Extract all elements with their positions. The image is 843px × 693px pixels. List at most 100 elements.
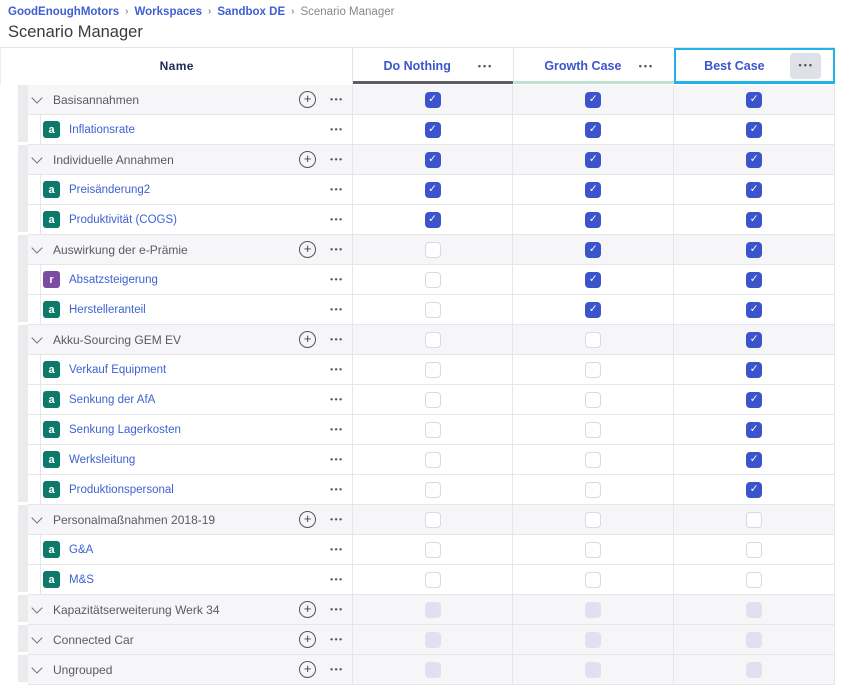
add-item-button[interactable]: +: [299, 331, 316, 348]
scenario-label-best-case[interactable]: Best Case: [704, 59, 764, 73]
add-item-button[interactable]: +: [299, 151, 316, 168]
checkbox-growth-case[interactable]: [585, 572, 601, 588]
checkbox-best-case[interactable]: [746, 572, 762, 588]
breadcrumb-link-sandbox[interactable]: Sandbox DE: [217, 5, 285, 19]
add-item-button[interactable]: +: [299, 241, 316, 258]
chevron-down-icon[interactable]: [31, 242, 42, 253]
checkbox-growth-case[interactable]: [585, 512, 601, 528]
checkbox-growth-case[interactable]: [585, 332, 601, 348]
checkbox-best-case[interactable]: [746, 242, 762, 258]
checkbox-do-nothing[interactable]: [425, 332, 441, 348]
checkbox-best-case[interactable]: [746, 122, 762, 138]
checkbox-best-case[interactable]: [746, 392, 762, 408]
checkbox-best-case[interactable]: [746, 542, 762, 558]
checkbox-growth-case[interactable]: [585, 542, 601, 558]
row-menu-button[interactable]: •••: [330, 425, 343, 434]
checkbox-best-case[interactable]: [746, 512, 762, 528]
checkbox-best-case[interactable]: [746, 302, 762, 318]
item-link[interactable]: Herstelleranteil: [69, 304, 146, 316]
add-item-button[interactable]: +: [299, 511, 316, 528]
chevron-down-icon[interactable]: [31, 332, 42, 343]
chevron-down-icon[interactable]: [31, 632, 42, 643]
item-link[interactable]: Verkauf Equipment: [69, 364, 166, 376]
checkbox-best-case[interactable]: [746, 152, 762, 168]
checkbox-do-nothing[interactable]: [425, 452, 441, 468]
name-column-header[interactable]: Name: [1, 48, 352, 84]
checkbox-do-nothing[interactable]: [425, 212, 441, 228]
row-menu-button[interactable]: •••: [330, 245, 343, 254]
row-menu-button[interactable]: •••: [330, 455, 343, 464]
checkbox-do-nothing[interactable]: [425, 302, 441, 318]
checkbox-growth-case[interactable]: [585, 272, 601, 288]
add-item-button[interactable]: +: [299, 601, 316, 618]
item-link[interactable]: Inflationsrate: [69, 124, 135, 136]
chevron-down-icon[interactable]: [31, 662, 42, 673]
checkbox-do-nothing[interactable]: [425, 122, 441, 138]
checkbox-do-nothing[interactable]: [425, 572, 441, 588]
checkbox-do-nothing[interactable]: [425, 542, 441, 558]
breadcrumb-link-workspaces[interactable]: Workspaces: [135, 5, 203, 19]
checkbox-do-nothing[interactable]: [425, 422, 441, 438]
item-link[interactable]: Preisänderung2: [69, 184, 150, 196]
item-link[interactable]: Produktivität (COGS): [69, 214, 177, 226]
checkbox-do-nothing[interactable]: [425, 182, 441, 198]
item-link[interactable]: Senkung Lagerkosten: [69, 424, 181, 436]
scenario-column-do-nothing[interactable]: Do Nothing •••: [352, 48, 513, 84]
checkbox-do-nothing[interactable]: [425, 482, 441, 498]
checkbox-best-case[interactable]: [746, 212, 762, 228]
row-menu-button[interactable]: •••: [330, 485, 343, 494]
checkbox-growth-case[interactable]: [585, 122, 601, 138]
checkbox-best-case[interactable]: [746, 362, 762, 378]
row-menu-button[interactable]: •••: [330, 95, 343, 104]
checkbox-do-nothing[interactable]: [425, 242, 441, 258]
row-menu-button[interactable]: •••: [330, 605, 343, 614]
checkbox-growth-case[interactable]: [585, 212, 601, 228]
checkbox-do-nothing[interactable]: [425, 362, 441, 378]
row-menu-button[interactable]: •••: [330, 545, 343, 554]
item-link[interactable]: Werksleitung: [69, 454, 135, 466]
checkbox-best-case[interactable]: [746, 332, 762, 348]
chevron-down-icon[interactable]: [31, 602, 42, 613]
row-menu-button[interactable]: •••: [330, 125, 343, 134]
checkbox-best-case[interactable]: [746, 92, 762, 108]
add-item-button[interactable]: +: [299, 631, 316, 648]
checkbox-best-case[interactable]: [746, 452, 762, 468]
row-menu-button[interactable]: •••: [330, 365, 343, 374]
row-menu-button[interactable]: •••: [330, 215, 343, 224]
checkbox-growth-case[interactable]: [585, 452, 601, 468]
checkbox-growth-case[interactable]: [585, 422, 601, 438]
scenario-column-best-case[interactable]: Best Case •••: [674, 48, 835, 84]
checkbox-growth-case[interactable]: [585, 92, 601, 108]
chevron-down-icon[interactable]: [31, 512, 42, 523]
row-menu-button[interactable]: •••: [330, 185, 343, 194]
scenario-menu-button-best-case[interactable]: •••: [790, 53, 821, 79]
checkbox-do-nothing[interactable]: [425, 272, 441, 288]
checkbox-do-nothing[interactable]: [425, 512, 441, 528]
row-menu-button[interactable]: •••: [330, 575, 343, 584]
checkbox-growth-case[interactable]: [585, 302, 601, 318]
checkbox-best-case[interactable]: [746, 482, 762, 498]
row-menu-button[interactable]: •••: [330, 665, 343, 674]
scenario-menu-button-do-nothing[interactable]: •••: [478, 62, 493, 71]
row-menu-button[interactable]: •••: [330, 275, 343, 284]
chevron-down-icon[interactable]: [31, 152, 42, 163]
chevron-down-icon[interactable]: [31, 92, 42, 103]
row-menu-button[interactable]: •••: [330, 515, 343, 524]
checkbox-growth-case[interactable]: [585, 152, 601, 168]
breadcrumb-link-workspace-root[interactable]: GoodEnoughMotors: [8, 5, 119, 19]
checkbox-growth-case[interactable]: [585, 242, 601, 258]
row-menu-button[interactable]: •••: [330, 635, 343, 644]
checkbox-best-case[interactable]: [746, 272, 762, 288]
checkbox-growth-case[interactable]: [585, 182, 601, 198]
item-link[interactable]: M&S: [69, 574, 94, 586]
item-link[interactable]: G&A: [69, 544, 93, 556]
scenario-label-growth-case[interactable]: Growth Case: [544, 59, 621, 73]
row-menu-button[interactable]: •••: [330, 305, 343, 314]
scenario-menu-button-growth-case[interactable]: •••: [639, 62, 654, 71]
checkbox-growth-case[interactable]: [585, 362, 601, 378]
scenario-label-do-nothing[interactable]: Do Nothing: [383, 59, 450, 73]
add-item-button[interactable]: +: [299, 661, 316, 678]
checkbox-best-case[interactable]: [746, 182, 762, 198]
checkbox-do-nothing[interactable]: [425, 152, 441, 168]
add-item-button[interactable]: +: [299, 91, 316, 108]
